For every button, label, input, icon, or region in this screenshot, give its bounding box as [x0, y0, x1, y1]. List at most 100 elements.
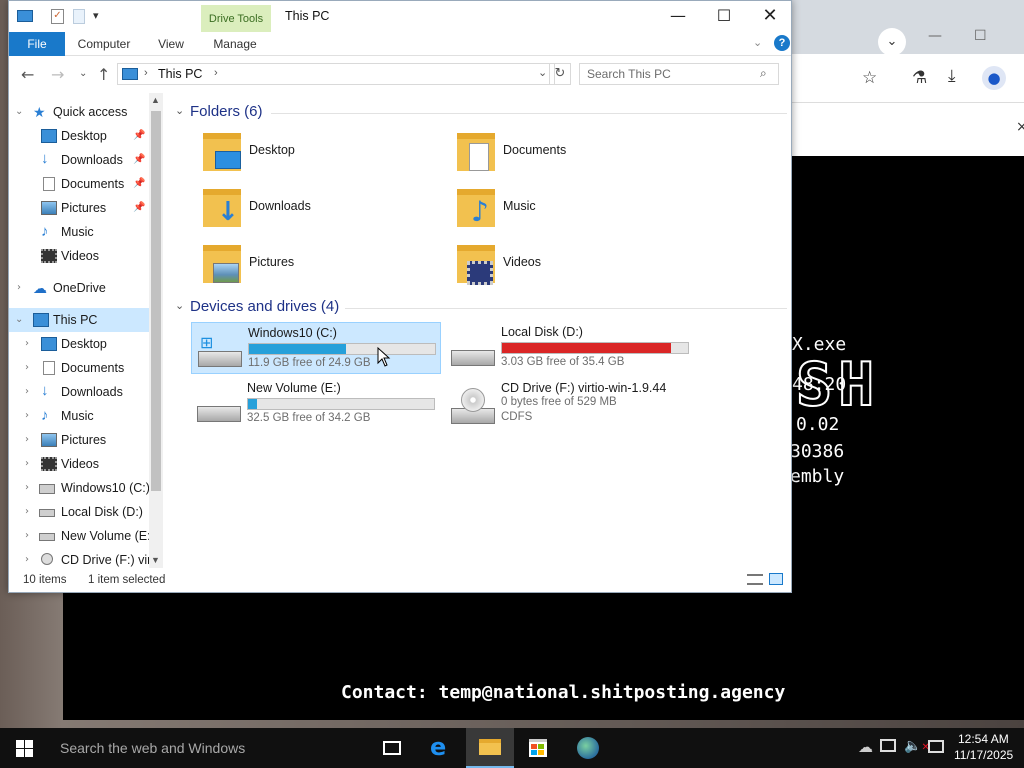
store-taskbar-button[interactable]	[514, 728, 562, 768]
expand-ribbon-icon[interactable]: ⌄	[753, 36, 762, 49]
nav-pc-desktop[interactable]: › Desktop	[9, 332, 149, 356]
search-input[interactable]: Search This PC ⌕	[579, 63, 779, 85]
volume-muted-icon[interactable]: 🔈✕	[904, 738, 930, 754]
browser-tab-bar: ⌄ — ☐	[790, 0, 1024, 56]
drive-d[interactable]: Local Disk (D:) 3.03 GB free of 35.4 GB	[445, 322, 695, 374]
tab-computer[interactable]: Computer	[73, 32, 135, 56]
profile-icon[interactable]: ●	[982, 66, 1006, 90]
clock-time[interactable]: 12:54 AM	[958, 732, 1009, 746]
nav-quick-downloads[interactable]: ↓ Downloads 📌	[9, 148, 149, 172]
nav-quick-videos[interactable]: Videos	[9, 244, 149, 268]
folder-documents[interactable]: Documents	[447, 127, 677, 177]
expand-caret-icon[interactable]: ›	[25, 500, 29, 524]
drive-e[interactable]: New Volume (E:) 32.5 GB free of 34.2 GB	[191, 378, 441, 430]
scroll-up-icon[interactable]: ▲	[151, 95, 160, 105]
title-bar[interactable]: ✓ ▾ This PC — ☐ ✕	[9, 1, 791, 33]
background-browser-window[interactable]: ⌄ — ☐ ☆ ⚗ ⤓ ● ×	[790, 0, 1024, 156]
minimize-icon[interactable]: —	[928, 28, 942, 44]
new-folder-icon[interactable]	[73, 9, 85, 24]
minimize-button[interactable]: —	[655, 1, 701, 31]
nav-pc-music[interactable]: › ♪ Music	[9, 404, 149, 428]
maximize-button[interactable]: ☐	[701, 1, 747, 31]
download-icon[interactable]: ⤓	[948, 66, 956, 86]
refresh-icon[interactable]: ↻	[549, 63, 571, 85]
clock-date[interactable]: 11/17/2025	[954, 748, 1013, 762]
onedrive-tray-icon[interactable]: ☁	[858, 738, 873, 756]
expand-caret-icon[interactable]: ›	[17, 276, 21, 300]
properties-icon[interactable]: ✓	[51, 9, 64, 24]
breadcrumb-this-pc[interactable]: This PC	[158, 67, 202, 81]
nav-scrollbar-thumb[interactable]	[151, 111, 161, 491]
folder-pictures[interactable]: Pictures	[193, 239, 423, 289]
nav-label: Documents	[61, 177, 125, 191]
nav-pc-drive-d[interactable]: › Local Disk (D:)	[9, 500, 149, 524]
back-arrow-icon[interactable]: ←	[21, 65, 34, 84]
drive-f[interactable]: CD Drive (F:) virtio-win-1.9.44 0 bytes …	[445, 378, 695, 430]
nav-quick-music[interactable]: ♪ Music	[9, 220, 149, 244]
customize-qat-icon[interactable]: ▾	[93, 9, 99, 22]
nav-pc-drive-c[interactable]: › Windows10 (C:)	[9, 476, 149, 500]
close-icon[interactable]: ×	[1016, 119, 1024, 135]
action-center-icon[interactable]	[928, 740, 944, 753]
nav-pc-pictures[interactable]: › Pictures	[9, 428, 149, 452]
nav-pc-videos[interactable]: › Videos	[9, 452, 149, 476]
taskbar-search-box[interactable]: Search the web and Windows	[48, 728, 366, 768]
collapse-caret-icon[interactable]: ⌄	[15, 308, 23, 332]
expand-caret-icon[interactable]: ›	[25, 356, 29, 380]
nav-quick-access[interactable]: ⌄ ★ Quick access	[9, 100, 149, 124]
nav-quick-desktop[interactable]: Desktop 📌	[9, 124, 149, 148]
nav-pc-downloads[interactable]: › ↓ Downloads	[9, 380, 149, 404]
close-button[interactable]: ✕	[747, 1, 793, 31]
expand-caret-icon[interactable]: ›	[25, 404, 29, 428]
tab-manage[interactable]: Manage	[205, 32, 265, 56]
browser-taskbar-button[interactable]	[564, 728, 612, 768]
task-view-button[interactable]	[368, 728, 416, 768]
up-arrow-icon[interactable]: ↑	[97, 65, 110, 84]
expand-caret-icon[interactable]: ›	[25, 524, 29, 548]
expand-caret-icon[interactable]: ›	[25, 452, 29, 476]
group-divider	[345, 308, 787, 309]
group-collapse-icon[interactable]: ⌄	[175, 299, 184, 312]
recent-locations-icon[interactable]: ⌄	[79, 68, 87, 79]
expand-caret-icon[interactable]: ›	[25, 332, 29, 356]
drives-group-header[interactable]: Devices and drives (4)	[190, 298, 339, 315]
scroll-down-icon[interactable]: ▼	[151, 555, 160, 565]
tab-file[interactable]: File	[9, 32, 65, 56]
address-field[interactable]: › This PC › ⌄	[117, 63, 555, 85]
expand-caret-icon[interactable]: ›	[25, 476, 29, 500]
nav-quick-documents[interactable]: Documents 📌	[9, 172, 149, 196]
large-icons-view-icon[interactable]	[769, 573, 783, 585]
console-line: 30386	[790, 441, 845, 462]
expand-caret-icon[interactable]: ›	[25, 380, 29, 404]
details-view-icon[interactable]	[747, 574, 763, 585]
file-explorer-window[interactable]: ✓ ▾ This PC — ☐ ✕ Drive Tools File Compu…	[8, 0, 792, 593]
address-dropdown-icon[interactable]: ⌄	[538, 66, 547, 79]
nav-quick-pictures[interactable]: Pictures 📌	[9, 196, 149, 220]
nav-this-pc[interactable]: ⌄ This PC	[9, 308, 149, 332]
collapse-caret-icon[interactable]: ⌄	[15, 100, 23, 124]
nav-pc-drive-e[interactable]: › New Volume (E:)	[9, 524, 149, 548]
labs-flask-icon[interactable]: ⚗	[912, 68, 927, 88]
nav-onedrive[interactable]: › ☁ OneDrive	[9, 276, 149, 300]
folders-group-header[interactable]: Folders (6)	[190, 103, 263, 120]
start-button[interactable]	[0, 728, 48, 768]
bookmark-star-icon[interactable]: ☆	[862, 68, 877, 88]
folder-downloads[interactable]: ↓ Downloads	[193, 183, 423, 233]
expand-caret-icon[interactable]: ›	[25, 428, 29, 452]
folder-desktop[interactable]: Desktop	[193, 127, 423, 177]
network-tray-icon[interactable]	[880, 739, 896, 752]
forward-arrow-icon[interactable]: →	[51, 65, 64, 84]
disk-drive-icon	[197, 390, 241, 424]
maximize-icon[interactable]: ☐	[974, 28, 987, 44]
edge-taskbar-button[interactable]: e	[418, 728, 466, 768]
tab-view[interactable]: View	[151, 32, 191, 56]
taskbar: Search the web and Windows e ☁ 🔈✕ 12:54 …	[0, 728, 1024, 768]
group-collapse-icon[interactable]: ⌄	[175, 104, 184, 117]
drive-c[interactable]: ⊞ Windows10 (C:) 11.9 GB free of 24.9 GB	[191, 322, 441, 374]
file-explorer-taskbar-button[interactable]	[466, 728, 514, 768]
folder-videos[interactable]: Videos	[447, 239, 677, 289]
help-icon[interactable]: ?	[774, 35, 790, 51]
nav-pc-documents[interactable]: › Documents	[9, 356, 149, 380]
folder-music[interactable]: ♪ Music	[447, 183, 677, 233]
tab-search-icon[interactable]: ⌄	[878, 28, 906, 56]
